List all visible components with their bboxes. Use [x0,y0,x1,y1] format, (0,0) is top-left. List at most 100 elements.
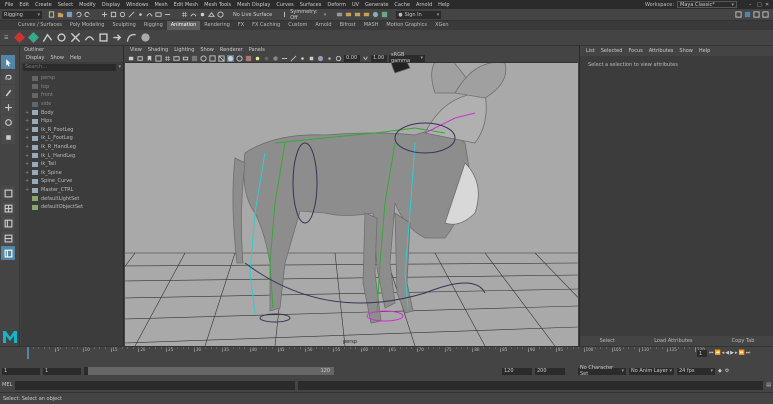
snap-grid-icon[interactable] [181,11,188,18]
menu-display[interactable]: Display [99,2,123,8]
render-view-icon[interactable] [345,11,352,18]
exposure-icon[interactable] [335,55,342,62]
shelf-tab-fx[interactable]: FX [234,21,248,30]
step-back-frame-icon[interactable]: ◂ [722,350,725,356]
range-slider-handle[interactable] [88,367,334,375]
film-gate-icon[interactable] [173,55,180,62]
current-frame-marker[interactable] [27,347,29,359]
expand-icon[interactable]: + [25,144,32,150]
create-ik-icon[interactable] [42,32,53,43]
use-all-lights-icon[interactable] [254,55,261,62]
shelf-tab-sculpting[interactable]: Sculpting [108,21,139,30]
ghost-icon[interactable] [140,32,151,43]
smooth-shade-icon[interactable] [227,54,234,62]
attribute-editor-tab-copy-tab[interactable]: Copy Tab [728,336,759,346]
shelf-menu-icon[interactable]: ☰ [4,35,14,41]
viewport-scene[interactable]: persp [125,63,578,346]
hypershade-icon[interactable] [372,11,379,18]
attribute-editor-menu-list[interactable]: List [583,48,598,54]
menu-file[interactable]: File [2,2,16,8]
menu-surfaces[interactable]: Surfaces [297,2,325,8]
grid-toggle-icon[interactable] [164,55,171,62]
menu-arnold[interactable]: Arnold [413,2,435,8]
animation-end-field[interactable] [535,367,565,375]
go-to-end-icon[interactable]: ⏭ [746,350,751,356]
outliner-item[interactable]: side [21,100,123,109]
gamma-icon[interactable] [362,55,369,62]
playback-start-field[interactable] [43,367,81,375]
menu-create[interactable]: Create [32,2,55,8]
isolate-select-icon[interactable] [308,55,315,62]
render-setup-icon[interactable] [381,11,388,18]
menuset-dropdown[interactable]: Rigging ▾ [2,10,42,19]
menu-edit-mesh[interactable]: Edit Mesh [171,2,201,8]
make-live-icon[interactable] [217,11,224,18]
orient-constraint-icon[interactable] [84,32,95,43]
textured-icon[interactable] [245,55,252,62]
menu-help[interactable]: Help [435,2,452,8]
auto-key-icon[interactable]: ◆ [718,368,722,374]
step-forward-frame-icon[interactable]: ▸ [735,350,738,356]
snap-point-icon[interactable] [199,11,206,18]
render-current-frame-icon[interactable] [354,11,361,18]
menu-mesh-tools[interactable]: Mesh Tools [201,2,234,8]
outliner-item[interactable]: + ik_R_FootLeg [21,126,123,135]
outliner-menu-display[interactable]: Display [23,55,47,61]
safe-action-icon[interactable] [209,54,216,62]
symmetry-dropdown[interactable]: Symmetry: Off ▾ [288,9,328,21]
expand-icon[interactable]: + [25,127,32,133]
ambient-occlusion-icon[interactable] [272,55,279,62]
outliner-item[interactable]: + Body [21,108,123,117]
maximize-icon[interactable]: □ [757,2,765,8]
outliner-item[interactable]: + ik_R_HandLeg [21,143,123,152]
gate-mask-icon[interactable] [191,55,198,62]
select-hierarchy-icon[interactable] [101,11,108,18]
depth-of-field-icon[interactable] [299,55,306,62]
menu-select[interactable]: Select [55,2,76,8]
expand-icon[interactable]: + [25,153,32,159]
outliner-item[interactable]: front [21,91,123,100]
redo-icon[interactable] [84,11,91,18]
character-set-dropdown[interactable]: No Character Set ▾ [578,365,626,377]
range-slider[interactable]: 120 [84,367,334,375]
channel-box-toggle-icon[interactable] [762,11,769,18]
attribute-editor-menu-attributes[interactable]: Attributes [646,48,677,54]
field-chart-icon[interactable] [200,54,207,62]
rotate-tool-icon[interactable] [1,115,15,129]
select-tool-icon[interactable] [1,55,15,69]
scale-tool-icon[interactable] [1,130,15,144]
play-forwards-icon[interactable]: ▶ [730,350,734,356]
viewport-menu-panels[interactable]: Panels [246,47,268,53]
playback-end-field[interactable] [502,367,532,375]
attribute-editor-toggle-icon[interactable] [744,11,751,18]
viewport-menu-renderer[interactable]: Renderer [217,47,246,53]
open-scene-icon[interactable] [57,11,64,18]
wireframe-on-shaded-icon[interactable] [236,54,243,62]
shelf-tab-rigging[interactable]: Rigging [140,21,167,30]
camera-attributes-icon[interactable] [137,55,144,62]
select-joints-icon[interactable] [137,11,144,18]
attribute-editor-menu-show[interactable]: Show [676,48,696,54]
sign-in-button[interactable]: ● Sign In ▾ [396,10,442,19]
attribute-editor-menu-help[interactable]: Help [696,48,713,54]
gamma-field[interactable] [371,54,387,62]
attribute-editor-tab-load-attributes[interactable]: Load Attributes [650,336,696,346]
parent-constraint-icon[interactable] [56,32,67,43]
xray-icon[interactable] [317,55,324,62]
shelf-tab-animation[interactable]: Animation [166,21,201,30]
tool-settings-toggle-icon[interactable] [753,11,760,18]
shelf-tab-xgen[interactable]: XGen [431,21,453,30]
select-object-icon[interactable] [110,11,117,18]
outliner-menu-show[interactable]: Show [47,55,67,61]
outliner-menu-help[interactable]: Help [67,55,84,61]
attribute-editor-menu-selected[interactable]: Selected [598,48,626,54]
expand-icon[interactable]: + [25,161,32,167]
anim-layer-dropdown[interactable]: No Anim Layer ▾ [629,367,674,375]
select-handles-icon[interactable] [128,11,135,18]
select-camera-icon[interactable] [128,55,135,62]
shelf-tab-rendering[interactable]: Rendering [200,21,234,30]
script-editor-icon[interactable]: ▤ [766,382,771,388]
shelf-tab-arnold[interactable]: Arnold [311,21,335,30]
menu-edit[interactable]: Edit [16,2,32,8]
anti-aliasing-icon[interactable] [290,55,297,62]
